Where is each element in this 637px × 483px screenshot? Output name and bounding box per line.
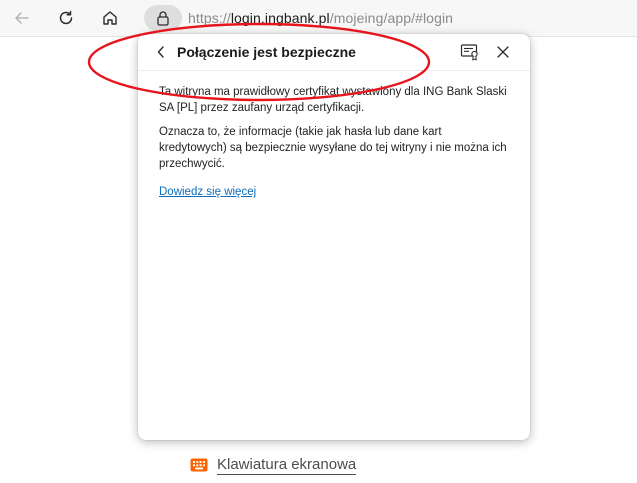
url-path: /mojeing/app/#login [329,10,454,26]
home-button[interactable] [96,4,124,32]
keyboard-icon [190,458,208,472]
url-scheme: https:// [188,10,231,26]
connection-security-popup: Połączenie jest bezpieczne Ta witryna ma… [138,34,530,440]
popup-body: Ta witryna ma prawidłowy certyfikat wyst… [159,84,511,200]
refresh-button[interactable] [52,4,80,32]
chevron-left-icon [157,46,164,58]
address-bar[interactable]: https://login.ingbank.pl/mojeing/app/#lo… [140,3,637,33]
learn-more-link[interactable]: Dowiedz się więcej [159,184,256,200]
keyboard-link-label[interactable]: Klawiatura ekranowa [217,456,357,475]
lock-icon [157,11,169,26]
url-text[interactable]: https://login.ingbank.pl/mojeing/app/#lo… [188,10,453,26]
browser-toolbar: https://login.ingbank.pl/mojeing/app/#lo… [0,0,637,37]
certificate-info-text: Ta witryna ma prawidłowy certyfikat wyst… [159,86,507,114]
close-icon [497,46,509,58]
back-button[interactable] [8,4,36,32]
site-info-button[interactable] [144,5,182,31]
security-info-text: Oznacza to, że informacje (takie jak has… [159,126,507,170]
keyboard-link[interactable]: Klawiatura ekranowa [190,454,357,476]
refresh-icon [59,10,73,25]
close-button[interactable] [494,43,512,61]
popup-header: Połączenie jest bezpieczne [138,34,530,70]
popup-back-button[interactable] [152,43,170,61]
url-host: login.ingbank.pl [230,10,330,26]
popup-title: Połączenie jest bezpieczne [177,44,356,60]
popup-divider [138,70,530,71]
arrow-left-icon [15,12,29,24]
home-icon [103,11,117,25]
certificate-icon[interactable] [460,43,480,61]
